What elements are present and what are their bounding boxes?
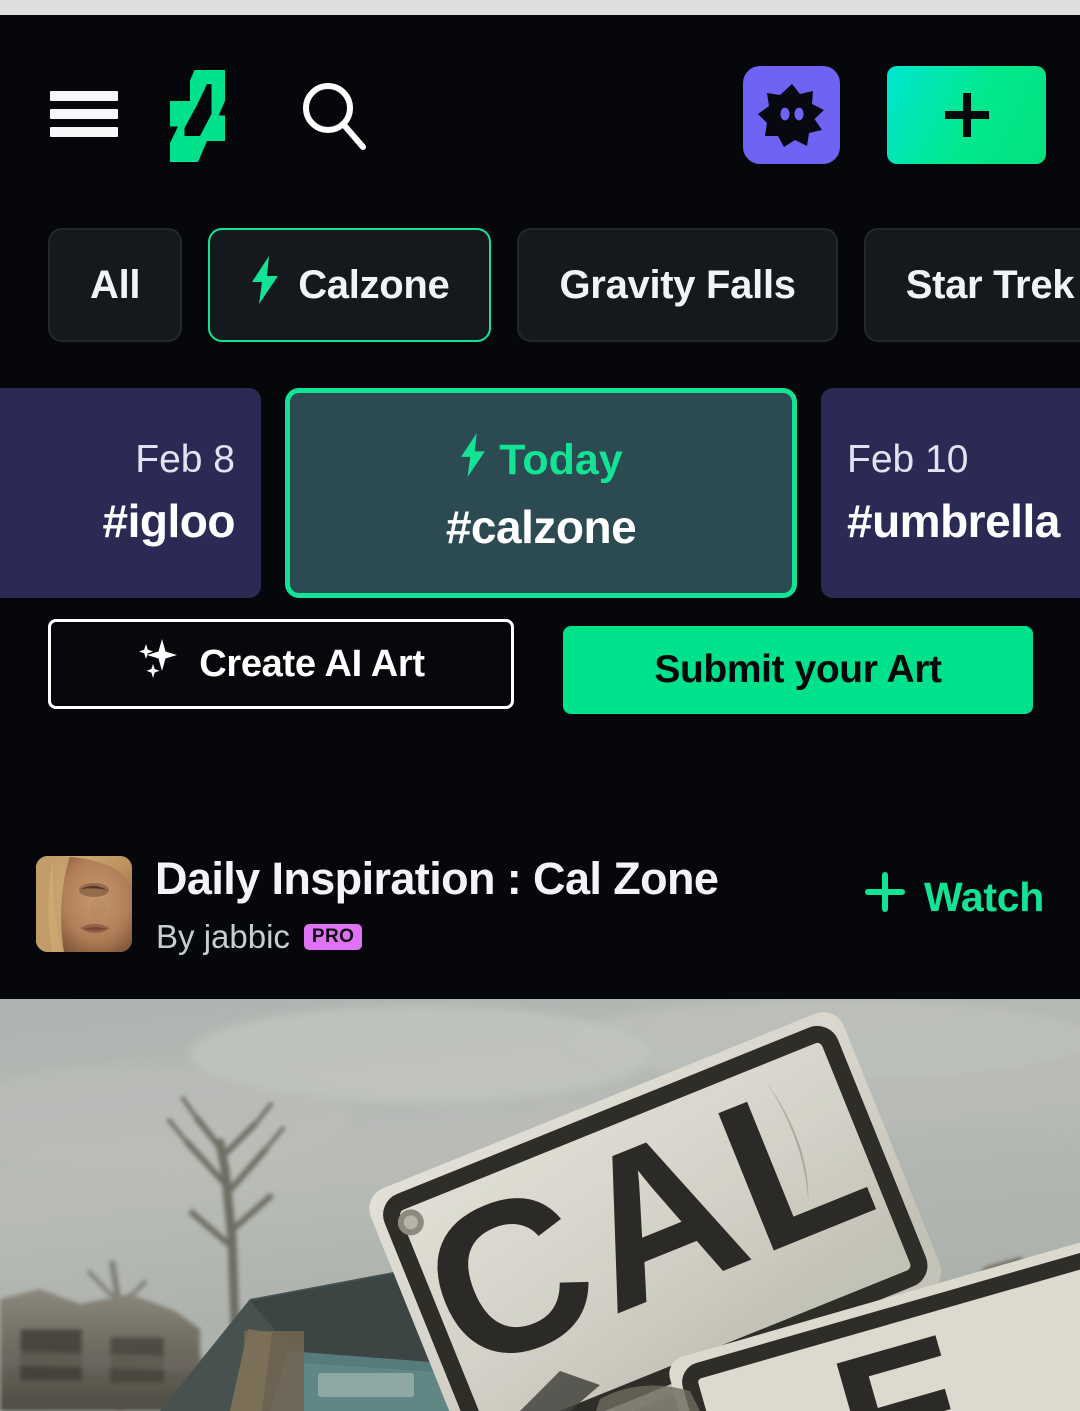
- filter-chip-label: All: [90, 262, 141, 307]
- filter-chip-label: Star Trek: [905, 262, 1075, 307]
- filter-chip-label: Calzone: [298, 262, 450, 307]
- filter-chip-all[interactable]: All: [48, 228, 183, 342]
- create-ai-art-button[interactable]: Create AI Art: [48, 619, 514, 709]
- page-title[interactable]: Daily Inspiration : Cal Zone: [155, 853, 719, 905]
- date-card-next[interactable]: Feb 10 #umbrella: [821, 388, 1080, 598]
- create-new-button[interactable]: [887, 66, 1046, 164]
- watch-label: Watch: [924, 873, 1044, 920]
- author-name: jabbic: [203, 918, 290, 955]
- lightning-bolt-icon: [459, 432, 487, 488]
- plus-icon: [944, 93, 989, 137]
- menu-icon-bar: [50, 109, 118, 119]
- dreamup-star-icon: [757, 84, 824, 147]
- date-card-today[interactable]: Today #calzone: [285, 388, 797, 598]
- submit-your-art-label: Submit your Art: [654, 648, 942, 691]
- filter-chip-calzone[interactable]: Calzone: [208, 228, 492, 342]
- byline: By jabbic PRO: [156, 918, 363, 956]
- filter-chip-star-trek[interactable]: Star Trek: [863, 228, 1080, 342]
- submit-your-art-button[interactable]: Submit your Art: [563, 626, 1033, 714]
- top-navigation-bar: [0, 15, 1080, 200]
- watch-button[interactable]: Watch: [864, 871, 1044, 923]
- deviantart-daily-inspiration-page: All Calzone Gravity Falls Star Trek Feb …: [0, 0, 1080, 1411]
- featured-artwork-image[interactable]: CAL E: [0, 999, 1080, 1411]
- date-card-date: Feb 10: [847, 438, 969, 481]
- menu-icon-bar: [50, 91, 118, 101]
- author-label[interactable]: By jabbic: [156, 918, 290, 956]
- date-card-tag: #igloo: [102, 495, 236, 547]
- date-card-tag: #calzone: [445, 500, 637, 553]
- action-buttons-row: Create AI Art Submit your Art: [0, 619, 1080, 715]
- date-card-date-today: Today: [459, 432, 623, 488]
- lightning-bolt-icon: [250, 256, 280, 314]
- topic-filter-chips: All Calzone Gravity Falls Star Trek: [0, 228, 1080, 342]
- menu-icon[interactable]: [50, 85, 118, 143]
- daily-inspiration-header: Daily Inspiration : Cal Zone By jabbic P…: [0, 845, 1080, 995]
- date-card-date-label: Today: [499, 435, 623, 484]
- filter-chip-label: Gravity Falls: [559, 262, 796, 307]
- pro-badge[interactable]: PRO: [303, 924, 363, 950]
- date-card-tag: #umbrella: [847, 495, 1060, 547]
- menu-icon-bar: [50, 127, 118, 137]
- sparkle-icon: [137, 635, 179, 693]
- daily-topic-date-carousel: Feb 8 #igloo Today #calzone Feb 10 #umbr…: [0, 388, 1080, 598]
- search-icon[interactable]: [295, 77, 371, 153]
- filter-chip-gravity-falls[interactable]: Gravity Falls: [517, 228, 838, 342]
- avatar[interactable]: [36, 856, 132, 952]
- date-card-date: Feb 8: [135, 438, 235, 481]
- date-card-previous[interactable]: Feb 8 #igloo: [0, 388, 261, 598]
- browser-chrome-strip: [0, 0, 1080, 15]
- dreamup-button[interactable]: [743, 66, 840, 164]
- create-ai-art-label: Create AI Art: [199, 642, 425, 685]
- by-prefix: By: [156, 918, 195, 955]
- deviantart-logo-icon[interactable]: [170, 70, 242, 162]
- plus-icon: [864, 871, 906, 923]
